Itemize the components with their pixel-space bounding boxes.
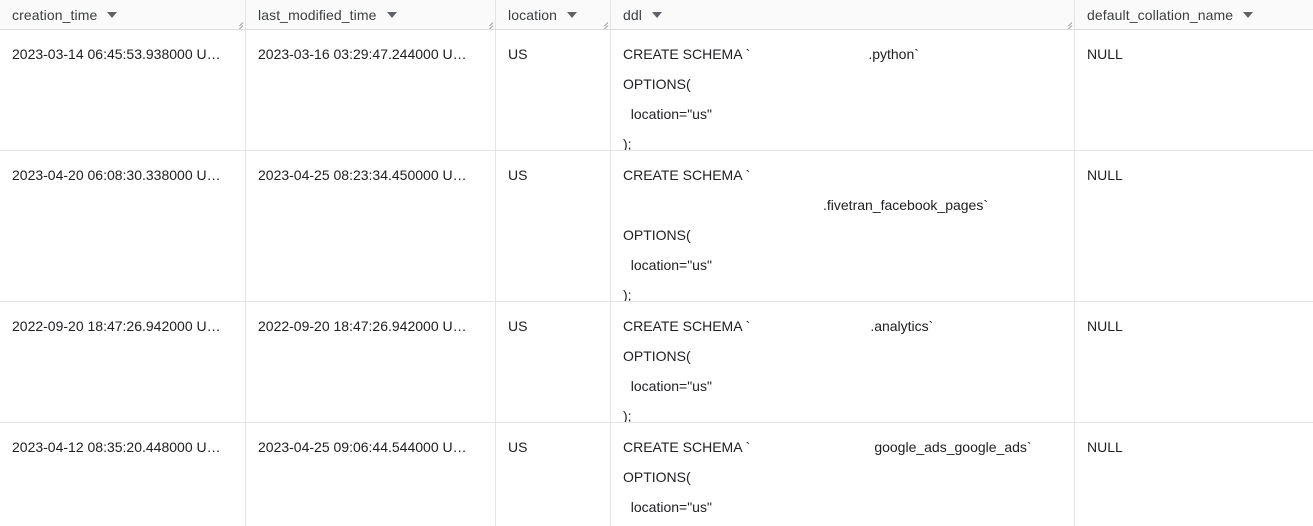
cell-location: US <box>496 423 611 526</box>
cell-last-modified-time: 2023-04-25 09:06:44.544000 U… <box>246 423 496 526</box>
cell-creation-time: 2023-04-20 06:08:30.338000 U… <box>0 151 246 301</box>
cell-ddl: CREATE SCHEMA ` google_ads_google_ads` OPT… <box>611 423 1075 526</box>
ddl-line-1-suffix: google_ads_google_ads` <box>874 439 1032 455</box>
cell-default-collation-name: NULL <box>1087 318 1123 334</box>
cell-creation-time: 2022-09-20 18:47:26.942000 U… <box>0 302 246 422</box>
cell-ddl: CREATE SCHEMA ` .fivetran_facebook_pages`… <box>611 151 1075 301</box>
ddl-line-4: ); <box>623 408 632 422</box>
cell-last-modified-time: 2022-09-20 18:47:26.942000 U… <box>246 302 496 422</box>
chevron-down-icon[interactable] <box>386 11 397 18</box>
ddl-line-3: location="us" <box>623 106 712 122</box>
cell-location: US <box>496 302 611 422</box>
column-header-creation-time[interactable]: creation_time <box>0 0 246 29</box>
cell-default-collation-name: NULL <box>1087 439 1123 455</box>
ddl-line-2: OPTIONS( <box>623 227 691 243</box>
cell-last-modified-time: 2023-04-25 08:23:34.450000 U… <box>246 151 496 301</box>
ddl-line-1-prefix: CREATE SCHEMA ` <box>623 167 751 183</box>
ddl-line-1b-suffix: .fivetran_facebook_pages` <box>823 197 988 213</box>
ddl-code-block: CREATE SCHEMA ` .fivetran_facebook_pages`… <box>623 160 1062 301</box>
table-row[interactable]: 2023-04-12 08:35:20.448000 U… 2023-04-25… <box>0 423 1313 526</box>
chevron-down-icon[interactable] <box>651 11 662 18</box>
ddl-line-2: OPTIONS( <box>623 348 691 364</box>
ddl-line-1-prefix: CREATE SCHEMA ` <box>623 439 751 455</box>
ddl-line-1-prefix: CREATE SCHEMA ` <box>623 46 751 62</box>
cell-creation-time: 2023-03-14 06:45:53.938000 U… <box>0 30 246 150</box>
table-row[interactable]: 2023-04-20 06:08:30.338000 U… 2023-04-25… <box>0 151 1313 302</box>
ddl-line-4: ); <box>623 287 632 301</box>
ddl-line-1-prefix: CREATE SCHEMA ` <box>623 318 751 334</box>
chevron-down-icon[interactable] <box>1243 11 1254 18</box>
results-table: creation_time last_modified_time locatio… <box>0 0 1313 526</box>
cell-ddl: CREATE SCHEMA ` .python` OPTIONS( location… <box>611 30 1075 150</box>
column-header-ddl[interactable]: ddl <box>611 0 1075 29</box>
cell-default-collation-name: NULL <box>1087 46 1123 62</box>
column-resize-handle[interactable] <box>483 18 494 29</box>
ddl-line-2: OPTIONS( <box>623 469 691 485</box>
column-header-location[interactable]: location <box>496 0 611 29</box>
cell-creation-time: 2023-04-12 08:35:20.448000 U… <box>0 423 246 526</box>
ddl-line-2: OPTIONS( <box>623 76 691 92</box>
chevron-down-icon[interactable] <box>107 11 118 18</box>
column-header-label: last_modified_time <box>258 6 377 23</box>
column-header-last-modified-time[interactable]: last_modified_time <box>246 0 496 29</box>
cell-last-modified-time: 2023-03-16 03:29:47.244000 U… <box>246 30 496 150</box>
cell-location: US <box>496 30 611 150</box>
cell-ddl: CREATE SCHEMA ` .analytics` OPTIONS( locat… <box>611 302 1075 422</box>
ddl-line-4: ); <box>623 136 632 150</box>
column-header-label: ddl <box>623 6 642 23</box>
cell-default-collation-name: NULL <box>1087 167 1123 183</box>
table-row[interactable]: 2022-09-20 18:47:26.942000 U… 2022-09-20… <box>0 302 1313 423</box>
table-header-row: creation_time last_modified_time locatio… <box>0 0 1313 30</box>
ddl-line-1-suffix: .analytics` <box>870 318 934 334</box>
column-header-label: creation_time <box>12 6 98 23</box>
table-row[interactable]: 2023-03-14 06:45:53.938000 U… 2023-03-16… <box>0 30 1313 151</box>
chevron-down-icon[interactable] <box>567 11 578 18</box>
ddl-code-block: CREATE SCHEMA ` .analytics` OPTIONS( locat… <box>623 311 1062 422</box>
ddl-code-block: CREATE SCHEMA ` .python` OPTIONS( location… <box>623 39 1062 150</box>
column-header-label: default_collation_name <box>1087 6 1234 23</box>
ddl-line-3: location="us" <box>623 378 712 394</box>
column-resize-handle[interactable] <box>1062 18 1073 29</box>
column-header-default-collation-name[interactable]: default_collation_name <box>1075 0 1313 29</box>
ddl-code-block: CREATE SCHEMA ` google_ads_google_ads` OPT… <box>623 432 1062 522</box>
ddl-line-1-suffix: .python` <box>868 46 919 62</box>
column-resize-handle[interactable] <box>233 18 244 29</box>
column-resize-handle[interactable] <box>598 18 609 29</box>
cell-location: US <box>496 151 611 301</box>
ddl-line-3: location="us" <box>623 257 712 273</box>
ddl-line-3: location="us" <box>623 499 712 515</box>
column-header-label: location <box>508 6 558 23</box>
